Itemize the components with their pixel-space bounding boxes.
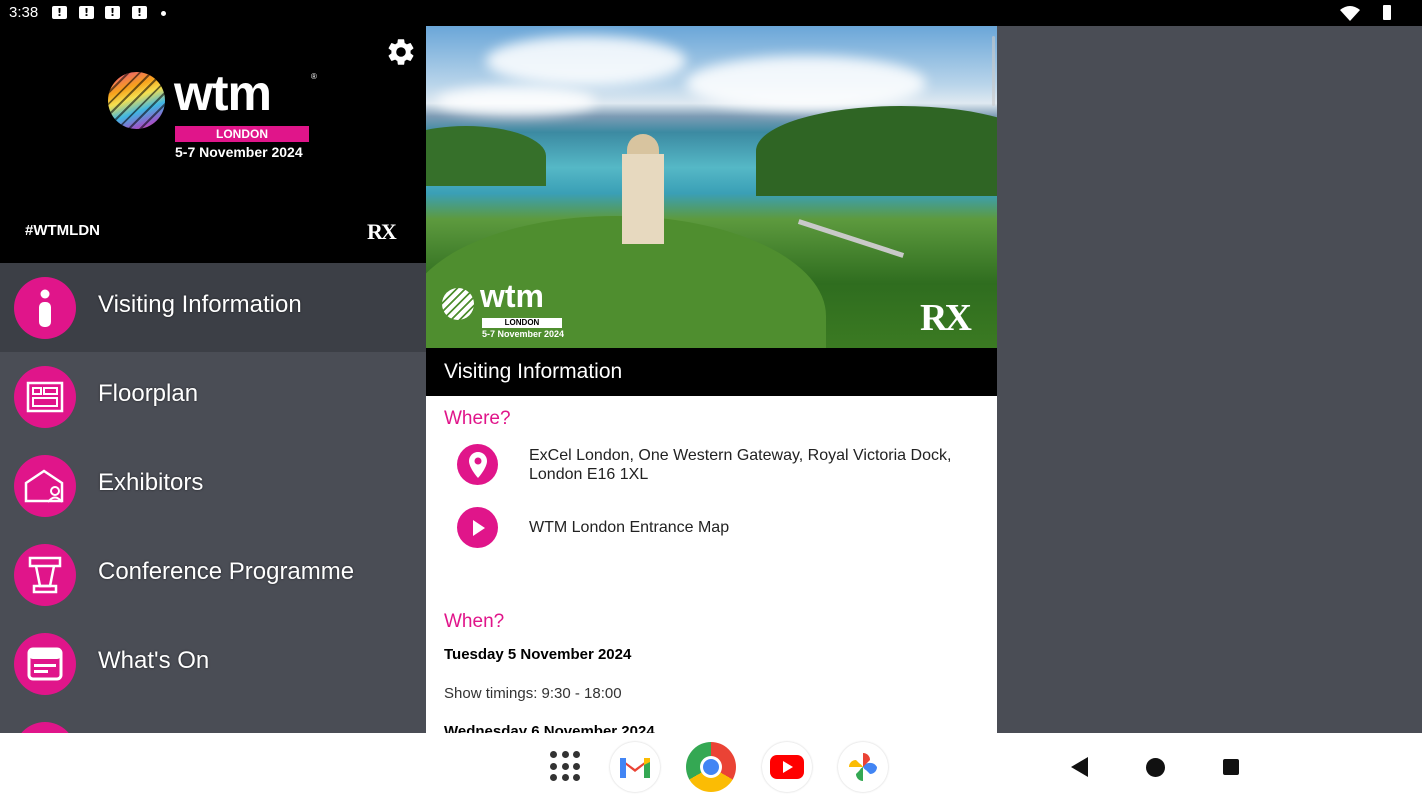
rx-logo: RX [367,219,397,244]
event-hashtag: #WTMLDN [25,222,100,239]
menu-item-label: Visiting Information [98,291,302,318]
status-bar: 3:38 ! ! ! ! [0,0,1422,26]
menu-item-label: Conference Programme [98,558,355,585]
notification-icon: ! [105,6,120,19]
battery-icon [1383,5,1391,20]
menu-item-label: What's On [98,647,210,674]
page-title: Visiting Information [444,360,623,383]
day-one-date: Tuesday 5 November 2024 [444,646,632,663]
visiting-information-panel: wtm LONDON 5-7 November 2024 RX Visiting… [426,26,997,733]
gear-icon[interactable] [385,36,417,68]
menu-item-visiting-information[interactable]: Visiting Information [0,263,426,352]
scrollbar[interactable] [992,36,995,106]
app-drawer-icon[interactable] [550,751,581,782]
wtm-globe-icon [442,288,474,320]
home-icon[interactable] [1146,758,1165,777]
logo-city: LONDON [175,126,309,142]
info-icon [14,277,76,339]
wtm-globe-icon [108,72,165,129]
back-icon[interactable] [1071,757,1088,777]
venue-address: ExCel London, One Western Gateway, Royal… [529,447,952,483]
youtube-icon[interactable] [762,742,812,792]
floorplan-icon [14,366,76,428]
drawer-header: wtm ® LONDON 5-7 November 2024 #WTMLDN R… [0,26,426,263]
notification-icon: ! [79,6,94,19]
menu-item-conference-programme[interactable]: Conference Programme [0,530,426,619]
notification-icon: ! [132,6,147,19]
calendar-window-icon [14,633,76,695]
podium-icon [14,544,76,606]
navigation-drawer: wtm ® LONDON 5-7 November 2024 #WTMLDN R… [0,26,426,733]
menu-item-whats-on[interactable]: What's On [0,619,426,708]
pier [797,219,905,258]
hero-logo-city: LONDON [482,318,562,328]
status-time: 3:38 [9,4,39,21]
when-heading: When? [444,611,505,632]
menu-item-exhibitors[interactable]: Exhibitors [0,441,426,530]
exhibitors-icon [14,455,76,517]
menu-item-icon [14,722,76,733]
day-two-date: Wednesday 6 November 2024 [444,723,655,733]
recent-apps-icon[interactable] [1223,759,1239,775]
gmail-icon[interactable] [610,742,660,792]
logo-dates: 5-7 November 2024 [175,144,303,160]
wtm-london-logo: wtm ® LONDON 5-7 November 2024 [108,65,320,162]
hero-logo-word: wtm [480,278,544,314]
menu-item-floorplan[interactable]: Floorplan [0,352,426,441]
system-navigation-bar [0,733,1422,800]
hero-image: wtm LONDON 5-7 November 2024 RX [426,26,997,348]
entrance-map-link[interactable]: WTM London Entrance Map [529,518,969,537]
empty-detail-pane [997,26,1422,733]
hero-rx-logo: RX [920,297,972,339]
location-pin-icon [457,444,498,485]
section-title-bar: Visiting Information [426,348,997,396]
chrome-icon[interactable] [686,742,736,792]
menu-item-label: Exhibitors [98,469,204,496]
wifi-icon [1340,6,1360,21]
menu-item-partial[interactable] [0,708,426,733]
logo-word: wtm [174,65,272,121]
play-icon [457,507,498,548]
day-one-timings: Show timings: 9:30 - 18:00 [444,685,622,702]
where-heading: Where? [444,408,511,429]
notification-icon: ! [52,6,67,19]
google-photos-icon[interactable] [838,742,888,792]
menu-item-label: Floorplan [98,380,199,407]
more-notifications-dot-icon [161,11,166,16]
church-tower [622,154,664,244]
logo-registered-mark: ® [311,72,317,81]
hero-logo-dates: 5-7 November 2024 [482,329,565,339]
